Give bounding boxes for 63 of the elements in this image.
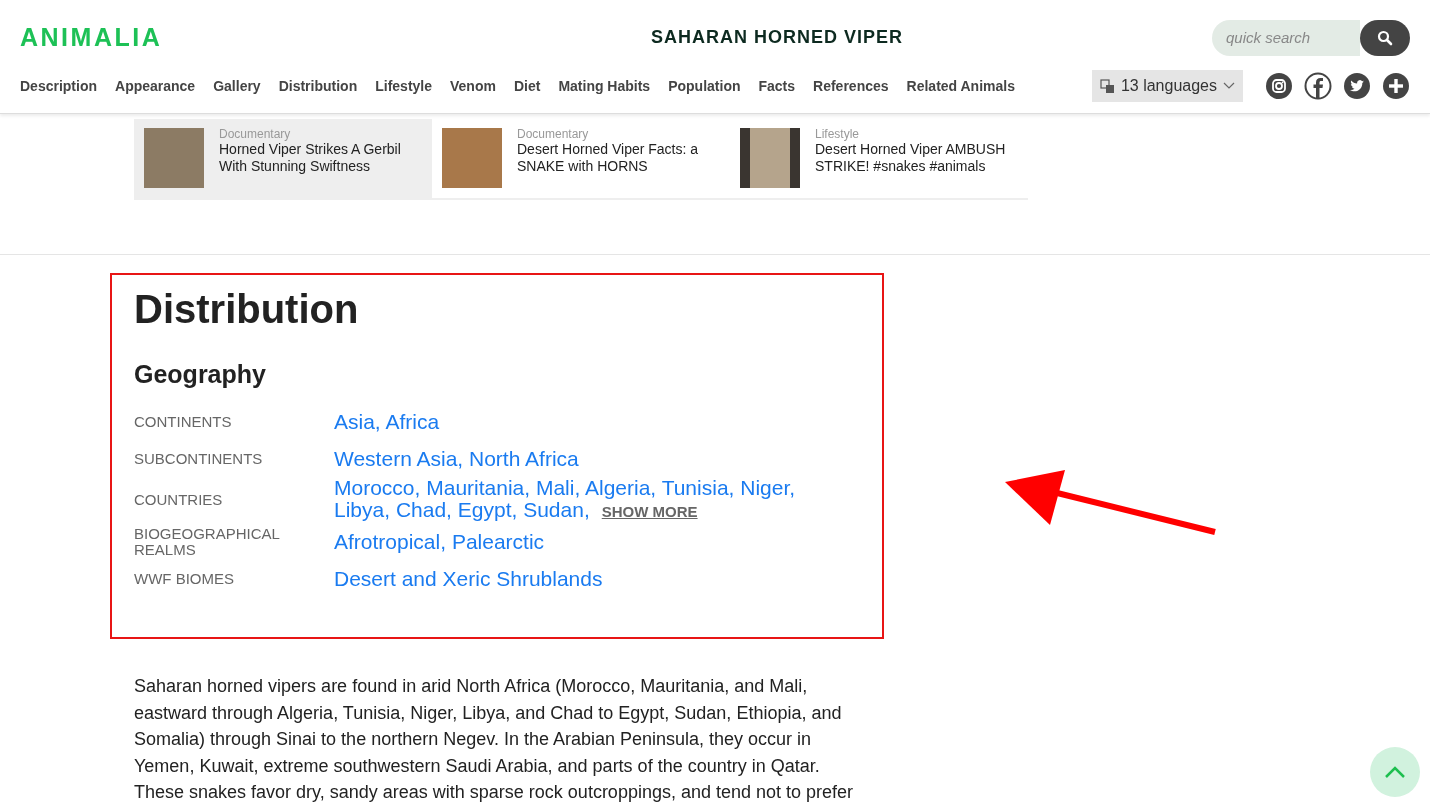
site-logo[interactable]: ANIMALIA [20,23,163,52]
video-thumbnail [144,128,204,188]
language-dropdown[interactable]: 13 languages [1091,70,1243,102]
value-link[interactable]: Morocco, [334,476,421,499]
value-link[interactable]: Mauritania, [426,476,531,499]
nav-link[interactable]: Description [20,78,97,94]
nav-link[interactable]: References [813,78,889,94]
nav-link[interactable]: Related Animals [906,78,1015,94]
value-link[interactable]: Egypt, [457,498,518,521]
facebook-icon[interactable] [1304,72,1332,100]
search-field[interactable]: quick search [1212,19,1360,56]
chevron-down-icon [1223,82,1235,90]
value-link[interactable]: Afrotropical, [334,529,447,553]
value-link[interactable]: Mali, [535,476,581,499]
nav-link[interactable]: Facts [758,78,796,94]
twitter-icon[interactable] [1343,72,1371,100]
value-link[interactable]: Tunisia, [661,476,735,499]
value-link[interactable]: Chad, [395,498,452,521]
value-link[interactable]: Libya, [334,498,391,521]
value-link[interactable]: Palearctic [451,529,545,553]
value-link[interactable]: Asia, [334,409,381,433]
value-link[interactable]: Sudan, [523,498,590,521]
field-label: CONTINENTS [134,413,233,430]
video-card[interactable]: Documentary Horned Viper Strikes A Gerbil With Stunning Swiftness [134,119,432,198]
nav-link[interactable]: Venom [450,78,496,94]
instagram-icon[interactable] [1265,72,1293,100]
value-link[interactable]: Desert and Xeric Shrublands [334,566,603,590]
field-label: COUNTRIES [134,492,224,508]
value-link[interactable]: North Africa [469,446,579,470]
show-more-link[interactable]: SHOW MORE [601,503,698,520]
nav-link[interactable]: Population [668,78,741,94]
value-link[interactable]: Africa [385,409,440,433]
value-link[interactable]: Algeria, [584,476,657,499]
nav-link[interactable]: Diet [513,78,541,94]
nav-link[interactable]: Mating Habits [558,78,651,94]
translate-icon [1099,78,1115,94]
subsection-heading: Geography [134,360,267,389]
video-category: Lifestyle [815,128,861,141]
search-button[interactable] [1360,19,1410,56]
video-thumbnail [740,128,800,188]
nav-link[interactable]: Appearance [115,78,196,94]
video-category: Documentary [219,128,292,141]
nav-link[interactable]: Gallery [213,78,261,94]
video-title: Horned Viper Strikes A Gerbil With Stunning Swiftness [219,141,402,175]
video-card[interactable]: Lifestyle Desert Horned Viper AMBUSH STRIKE! #snakes #animals [730,119,1028,198]
section-heading: Distribution [134,287,360,332]
nav-link[interactable]: Distribution [278,78,358,94]
chevron-up-icon [1384,766,1406,778]
search-icon [1377,29,1393,46]
value-link[interactable]: Niger, [740,476,796,499]
video-card[interactable]: Documentary Desert Horned Viper Facts: a SNAKE with HORNS [432,119,730,198]
plus-icon[interactable] [1382,72,1410,100]
nav-link[interactable]: Lifestyle [375,78,432,94]
video-title: Desert Horned Viper Facts: a SNAKE with HORNS [517,141,700,175]
page-title: SAHARAN HORNED VIPER [651,27,904,48]
video-thumbnail [442,128,502,188]
field-label: BIOGEOGRAPHICAL REALMS [134,525,281,558]
value-link[interactable]: Western Asia, [334,446,464,470]
field-label: SUBCONTINENTS [134,450,264,467]
video-category: Documentary [517,128,590,141]
video-title: Desert Horned Viper AMBUSH STRIKE! #snakes #animals [815,141,1007,175]
field-label: WWF BIOMES [134,570,235,587]
body-paragraph: Saharan horned vipers are found in arid North Africa (Morocco, Mauritania, and Mali, eastward through Algeria, Tunisia, Niger, Libya, and Chad to Egypt, Sudan, Ethiopia, and Somalia) through Sinai to the northern Negev. In the Arabian Peninsula, they occur in Yemen, Kuwait, extreme southwestern Saudi Arabia, and parts of the country in Qatar. These snakes favor dry, sandy areas with sparse rock outcroppings, and tend not to prefer [134,675,855,804]
